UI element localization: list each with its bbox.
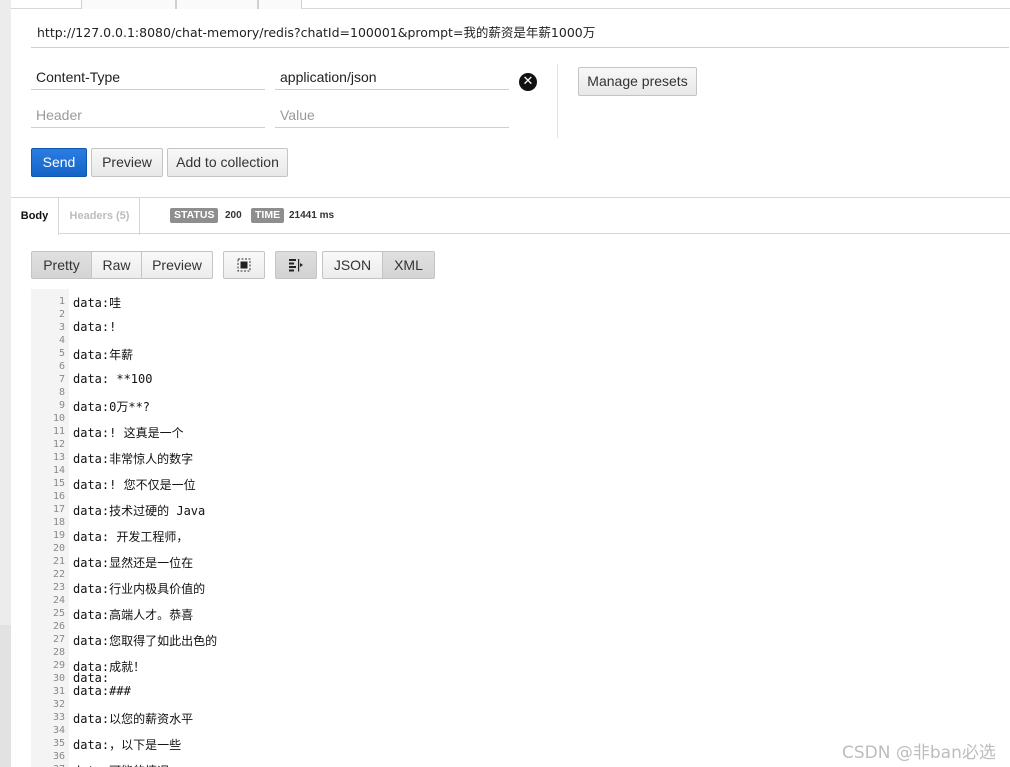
header-key-placeholder[interactable]: Header [31,102,265,128]
header-value-field[interactable]: application/json [275,64,509,90]
send-button[interactable]: Send [31,148,87,177]
response-tabs-bar: Body Headers (5) STATUS 200 TIME 21441 m… [11,197,1010,235]
line-number: 9 [58,400,65,411]
format-toggle: JSON XML [322,251,435,279]
line-number: 27 [52,634,65,645]
format-xml-button[interactable]: XML [383,252,434,278]
close-circle-icon[interactable]: ✕ [519,73,537,91]
line-number: 35 [52,738,65,749]
header-value-placeholder[interactable]: Value [275,102,509,128]
manage-presets-button[interactable]: Manage presets [578,67,697,96]
code-line: data: [73,671,110,685]
request-tab-stub[interactable] [176,0,258,9]
line-number: 20 [52,543,65,554]
line-number: 11 [52,426,65,437]
add-to-collection-button[interactable]: Add to collection [167,148,288,177]
code-line: data:0万**? [73,400,151,414]
code-line: data:### [73,684,131,698]
time-badge: TIME [251,208,285,223]
line-number: 30 [52,673,65,684]
wrap-lines-icon [289,259,303,272]
response-body-code[interactable]: 1 data:哇 2 3 data:! 4 5 data:年薪 6 7 data: **100 8 9 d… [31,289,731,767]
code-line: data:非常惊人的数字 [73,452,194,466]
line-number: 25 [52,608,65,619]
line-number: 2 [58,309,65,320]
line-number: 21 [52,556,65,567]
code-line: data:，以下是一些 [73,738,182,752]
status-value: 200 [225,210,242,221]
line-number: 26 [52,621,65,632]
line-number: 18 [52,517,65,528]
line-number: 8 [58,387,65,398]
code-line: data:! 这真是一个 [73,426,184,440]
header-key-field[interactable]: Content-Type [31,64,265,90]
view-pretty-button[interactable]: Pretty [32,252,92,278]
line-number: 1 [58,296,65,307]
line-number: 14 [52,465,65,476]
line-number: 34 [52,725,65,736]
view-preview-button[interactable]: Preview [142,252,212,278]
line-number: 15 [52,478,65,489]
line-number: 16 [52,491,65,502]
url-input[interactable]: http://127.0.0.1:8080/chat-memory/redis?… [31,18,1009,48]
line-number: 12 [52,439,65,450]
wrap-lines-button[interactable] [275,251,317,279]
divider [557,64,558,138]
line-number: 7 [58,374,65,385]
tab-strip [11,0,1010,9]
line-number: 23 [52,582,65,593]
line-number: 32 [52,699,65,710]
view-mode-toggle: Pretty Raw Preview [31,251,213,279]
fullscreen-icon [237,258,251,272]
line-number: 28 [52,647,65,658]
code-line: data:! [73,320,117,334]
code-line: data:可能的情况： [73,762,181,767]
request-tab-stub[interactable] [258,0,302,9]
line-number: 22 [52,569,65,580]
request-tab-stub[interactable] [81,0,176,9]
code-line: data:行业内极具价值的 [73,582,206,596]
status-badge: STATUS [170,208,219,223]
line-number: 33 [52,712,65,723]
line-number: 17 [52,504,65,515]
code-line: data:高端人才。恭喜 [73,608,194,622]
watermark: CSDN @非ban必选 [842,743,996,763]
line-number: 36 [52,751,65,762]
left-gutter-lower [0,625,11,767]
code-line: data:您取得了如此出色的 [73,634,218,648]
tab-body[interactable]: Body [11,198,59,235]
line-number: 5 [58,348,65,359]
line-number: 4 [58,335,65,346]
code-line: data: 开发工程师， [73,530,189,544]
format-json-button[interactable]: JSON [323,252,383,278]
line-number: 10 [52,413,65,424]
code-line: data:技术过硬的 Java [73,504,206,518]
code-line: data:哇 [73,296,122,310]
time-value: 21441 ms [289,210,335,221]
line-number: 24 [52,595,65,606]
preview-button[interactable]: Preview [91,148,163,177]
fullscreen-button[interactable] [223,251,265,279]
code-line: data: **100 [73,372,153,386]
code-line: data:以您的薪资水平 [73,712,194,726]
line-number: 13 [52,452,65,463]
tab-headers[interactable]: Headers (5) [60,198,140,235]
code-line: data:显然还是一位在 [73,556,194,570]
line-number: 31 [52,686,65,697]
line-number: 3 [58,322,65,333]
view-raw-button[interactable]: Raw [92,252,142,278]
line-number: 29 [52,660,65,671]
line-number: 19 [52,530,65,541]
code-line: data:! 您不仅是一位 [73,478,196,492]
line-number: 6 [58,361,65,372]
code-line: data:年薪 [73,348,134,362]
